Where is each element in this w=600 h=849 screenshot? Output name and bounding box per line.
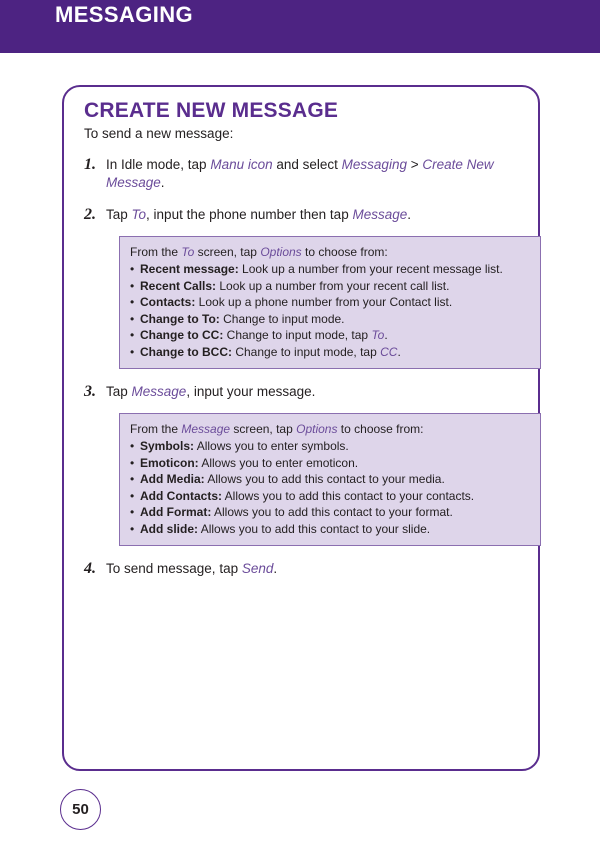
step-3: 3. Tap Message, input your message.	[84, 383, 524, 401]
emphasis-text: To	[181, 245, 195, 259]
step-1: 1. In Idle mode, tap Manu icon and selec…	[84, 156, 524, 192]
plain-text: >	[406, 157, 423, 172]
infobox-message-list: Symbols: Allows you to enter symbols.Emo…	[130, 438, 530, 537]
option-label: Add Contacts:	[140, 488, 222, 503]
emphasis-text: Message	[181, 422, 231, 436]
option-label: Recent Calls:	[140, 278, 217, 293]
emphasis-text: Options	[260, 245, 302, 259]
option-label: Add slide:	[140, 521, 199, 536]
plain-text: .	[384, 328, 388, 342]
emphasis-text: Options	[296, 422, 338, 436]
content-card: CREATE NEW MESSAGE To send a new message…	[62, 85, 541, 771]
emphasis-text: To	[371, 328, 385, 342]
section-intro: To send a new message:	[84, 126, 234, 141]
plain-text: screen, tap	[194, 245, 261, 259]
plain-text: Allows you to enter emoticon.	[198, 455, 359, 470]
plain-text: .	[397, 344, 401, 359]
plain-text: Tap	[106, 207, 132, 222]
plain-text: , input the phone number then tap	[146, 207, 353, 222]
emphasis-text: Messaging	[341, 157, 407, 172]
option-label: Contacts:	[140, 295, 196, 309]
list-item: Recent Calls: Look up a number from your…	[130, 278, 530, 295]
plain-text: and select	[272, 157, 342, 172]
plain-text: , input your message.	[186, 384, 316, 399]
option-label: Change to CC:	[140, 328, 224, 342]
step-2-number: 2.	[84, 206, 96, 223]
list-item: Add Contacts: Allows you to add this con…	[130, 488, 530, 505]
plain-text: Allows you to add this contact to your f…	[211, 505, 453, 519]
infobox-to-lead: From the To screen, tap Options to choos…	[130, 244, 530, 260]
step-1-number: 1.	[84, 156, 96, 173]
emphasis-text: To	[131, 207, 147, 222]
step-1-text: In Idle mode, tap Manu icon and select M…	[106, 156, 524, 192]
plain-text: Look up a phone number from your Contact…	[195, 295, 453, 309]
plain-text: Allows you to add this contact to your c…	[222, 488, 475, 503]
plain-text: From the	[130, 245, 182, 259]
page-number-badge: 50	[60, 789, 101, 830]
step-4-number: 4.	[84, 560, 96, 577]
plain-text: Allows you to enter symbols.	[194, 439, 349, 453]
plain-text: Allows you to add this contact to your s…	[198, 521, 431, 536]
step-3-number: 3.	[84, 383, 96, 400]
page-header-bar: MESSAGING	[0, 0, 600, 53]
section-title: CREATE NEW MESSAGE	[84, 99, 339, 122]
step-3-text: Tap Message, input your message.	[106, 383, 524, 401]
step-4: 4. To send message, tap Send.	[84, 560, 524, 578]
list-item: Recent message: Look up a number from yo…	[130, 261, 530, 278]
list-item: Change to CC: Change to input mode, tap …	[130, 327, 530, 344]
list-item: Emoticon: Allows you to enter emoticon.	[130, 455, 530, 472]
plain-text: To send message, tap	[106, 561, 242, 576]
plain-text: Look up a number from your recent messag…	[238, 262, 503, 276]
list-item: Add Media: Allows you to add this contac…	[130, 471, 530, 488]
content-card-inner: CREATE NEW MESSAGE To send a new message…	[84, 99, 541, 578]
list-item: Add slide: Allows you to add this contac…	[130, 521, 530, 538]
option-label: Emoticon:	[140, 455, 199, 470]
option-label: Add Format:	[140, 505, 212, 519]
plain-text: to choose from:	[337, 422, 424, 436]
emphasis-text: Message	[131, 384, 187, 399]
infobox-message-options: From the Message screen, tap Options to …	[119, 413, 541, 546]
plain-text: .	[407, 207, 411, 222]
plain-text: From the	[130, 422, 182, 436]
option-label: Symbols:	[140, 439, 195, 453]
emphasis-text: Manu icon	[210, 157, 273, 172]
emphasis-text: CC	[380, 344, 398, 359]
option-label: Change to To:	[140, 311, 220, 326]
infobox-to-options: From the To screen, tap Options to choos…	[119, 236, 541, 369]
list-item: Change to BCC: Change to input mode, tap…	[130, 344, 530, 361]
plain-text: .	[160, 175, 165, 190]
plain-text: In Idle mode, tap	[106, 157, 211, 172]
plain-text: Tap	[106, 384, 132, 399]
option-label: Change to BCC:	[140, 344, 232, 359]
plain-text: Change to input mode.	[219, 311, 345, 326]
list-item: Change to To: Change to input mode.	[130, 311, 530, 328]
plain-text: Change to input mode, tap	[223, 328, 372, 342]
plain-text: Allows you to add this contact to your m…	[204, 472, 445, 486]
infobox-message-lead: From the Message screen, tap Options to …	[130, 421, 530, 437]
emphasis-text: Message	[352, 207, 408, 222]
emphasis-text: Send	[241, 561, 274, 576]
plain-text: Change to input mode, tap	[232, 344, 381, 359]
option-label: Recent message:	[140, 262, 239, 276]
step-2: 2. Tap To, input the phone number then t…	[84, 206, 524, 224]
list-item: Contacts: Look up a phone number from yo…	[130, 294, 530, 311]
option-label: Add Media:	[140, 472, 205, 486]
step-4-text: To send message, tap Send.	[106, 560, 524, 578]
plain-text: screen, tap	[230, 422, 297, 436]
plain-text: .	[273, 561, 278, 576]
page-title: MESSAGING	[55, 2, 194, 27]
list-item: Add Format: Allows you to add this conta…	[130, 504, 530, 521]
infobox-to-list: Recent message: Look up a number from yo…	[130, 261, 530, 360]
plain-text: Look up a number from your recent call l…	[216, 278, 450, 293]
step-2-text: Tap To, input the phone number then tap …	[106, 206, 524, 224]
plain-text: to choose from:	[301, 245, 388, 259]
list-item: Symbols: Allows you to enter symbols.	[130, 438, 530, 455]
